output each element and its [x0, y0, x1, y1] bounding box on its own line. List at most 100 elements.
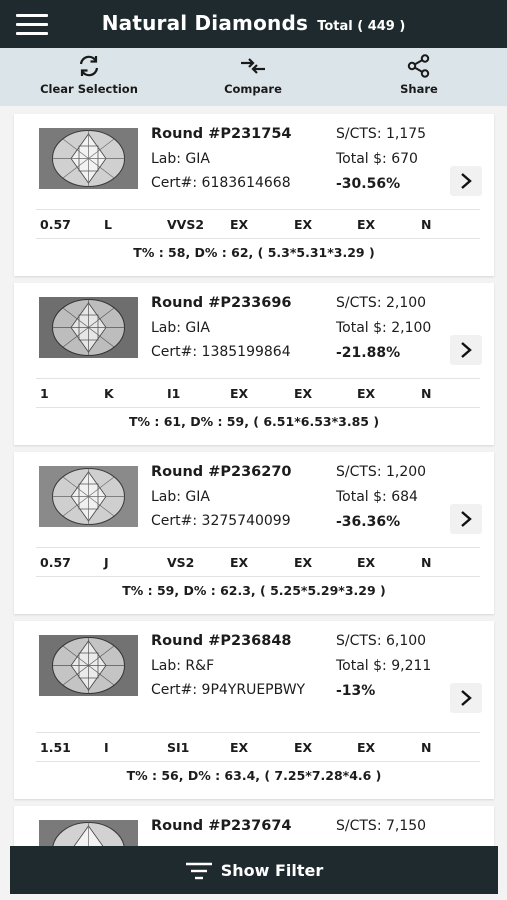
diamond-specs: 1.51 I SI1 EX EX EX N [14, 740, 494, 758]
price-per-carat: S/CTS: 6,100 [336, 633, 427, 649]
spec-clarity: VVS2 [167, 217, 205, 232]
spec-symmetry: EX [357, 555, 376, 570]
header-title-group: Natural Diamonds Total ( 449 ) [0, 11, 507, 35]
spec-cut: EX [230, 555, 249, 570]
diamond-image [39, 297, 138, 358]
spec-fluorescence: N [421, 386, 432, 401]
divider [36, 732, 480, 733]
spec-color: K [104, 386, 114, 401]
spec-clarity: I1 [167, 386, 181, 401]
diamond-lab: Lab: GIA [151, 320, 210, 336]
action-toolbar: Clear Selection Compare Share [0, 48, 507, 106]
diamond-title: Round #P231754 [151, 126, 292, 142]
show-filter-button[interactable]: Show Filter [10, 846, 498, 894]
diamond-list[interactable]: Round #P231754 Lab: GIA Cert#: 618361466… [0, 106, 507, 846]
chevron-right-icon[interactable] [450, 504, 482, 534]
spec-polish: EX [294, 217, 313, 232]
diamond-title: Round #P236848 [151, 633, 292, 649]
diamond-image [39, 466, 138, 527]
share-icon [407, 54, 430, 78]
discount: -30.56% [336, 176, 401, 192]
discount: -21.88% [336, 345, 401, 361]
spec-carat: 0.57 [40, 555, 71, 570]
diamond-card[interactable]: Round #P236270 Lab: GIA Cert#: 327574009… [14, 452, 494, 614]
spec-symmetry: EX [357, 217, 376, 232]
divider [36, 209, 480, 210]
diamond-measurements: T% : 61, D% : 59, ( 6.51*6.53*3.85 ) [128, 414, 380, 429]
total-price: Total $: 2,100 [336, 320, 432, 336]
divider [36, 378, 480, 379]
spec-symmetry: EX [357, 386, 376, 401]
discount: -36.36% [336, 514, 401, 530]
diamond-specs: 1 K I1 EX EX EX N [14, 386, 494, 404]
divider [36, 761, 480, 762]
diamond-image [39, 820, 138, 846]
total-price: Total $: 9,211 [336, 658, 432, 674]
filter-icon [185, 862, 212, 879]
spec-fluorescence: N [421, 740, 432, 755]
diamond-card[interactable]: Round #P231754 Lab: GIA Cert#: 618361466… [14, 114, 494, 276]
diamond-cert: Cert#: 1385199864 [151, 344, 291, 360]
total-price: Total $: 684 [336, 489, 418, 505]
share-label: Share [400, 82, 438, 96]
spec-color: J [104, 555, 109, 570]
divider [36, 238, 480, 239]
diamond-cert: Cert#: 3275740099 [151, 513, 291, 529]
diamond-lab: Lab: GIA [151, 151, 210, 167]
spec-carat: 1 [40, 386, 49, 401]
spec-color: L [104, 217, 112, 232]
spec-carat: 1.51 [40, 740, 71, 755]
total-count: Total ( 449 ) [317, 19, 406, 34]
spec-cut: EX [230, 740, 249, 755]
compare-label: Compare [224, 82, 282, 96]
price-per-carat: S/CTS: 1,175 [336, 126, 427, 142]
divider [36, 547, 480, 548]
clear-selection-button[interactable]: Clear Selection [24, 54, 154, 96]
page-title: Natural Diamonds [101, 11, 309, 35]
diamond-card[interactable]: Round #P236848 Lab: R&F Cert#: 9P4YRUEPB… [14, 621, 494, 799]
diamond-lab: Lab: GIA [151, 489, 210, 505]
app-header: Natural Diamonds Total ( 449 ) [0, 0, 507, 48]
spec-cut: EX [230, 386, 249, 401]
compare-arrows-icon [241, 58, 265, 74]
diamond-title: Round #P236270 [151, 464, 292, 480]
total-price: Total $: 670 [336, 151, 418, 167]
diamond-measurements: T% : 56, D% : 63.4, ( 7.25*7.28*4.6 ) [126, 768, 382, 783]
spec-clarity: SI1 [167, 740, 190, 755]
diamond-cert: Cert#: 6183614668 [151, 175, 291, 191]
diamond-measurements: T% : 58, D% : 62, ( 5.3*5.31*3.29 ) [133, 245, 375, 260]
diamond-lab: Lab: R&F [151, 658, 215, 674]
show-filter-label: Show Filter [220, 861, 324, 880]
diamond-card[interactable]: Round #P237674 S/CTS: 7,150 [14, 806, 494, 846]
divider [36, 576, 480, 577]
chevron-right-icon[interactable] [450, 335, 482, 365]
spec-fluorescence: N [421, 217, 432, 232]
discount: -13% [336, 683, 376, 699]
refresh-icon [79, 55, 99, 77]
diamond-specs: 0.57 J VS2 EX EX EX N [14, 555, 494, 573]
spec-color: I [104, 740, 109, 755]
diamond-title: Round #P233696 [151, 295, 292, 311]
spec-polish: EX [294, 740, 313, 755]
diamond-image [39, 128, 138, 189]
share-button[interactable]: Share [354, 54, 484, 96]
chevron-right-icon[interactable] [450, 166, 482, 196]
spec-polish: EX [294, 386, 313, 401]
spec-carat: 0.57 [40, 217, 71, 232]
divider [36, 407, 480, 408]
chevron-right-icon[interactable] [450, 683, 482, 713]
price-per-carat: S/CTS: 2,100 [336, 295, 427, 311]
compare-button[interactable]: Compare [188, 54, 318, 96]
diamond-cert: Cert#: 9P4YRUEPBWY [151, 682, 306, 698]
diamond-card[interactable]: Round #P233696 Lab: GIA Cert#: 138519986… [14, 283, 494, 445]
clear-selection-label: Clear Selection [40, 82, 138, 96]
price-per-carat: S/CTS: 1,200 [336, 464, 427, 480]
diamond-image [39, 635, 138, 696]
diamond-specs: 0.57 L VVS2 EX EX EX N [14, 217, 494, 235]
diamond-title: Round #P237674 [151, 818, 292, 834]
spec-polish: EX [294, 555, 313, 570]
spec-symmetry: EX [357, 740, 376, 755]
spec-clarity: VS2 [167, 555, 195, 570]
spec-cut: EX [230, 217, 249, 232]
price-per-carat: S/CTS: 7,150 [336, 818, 427, 834]
